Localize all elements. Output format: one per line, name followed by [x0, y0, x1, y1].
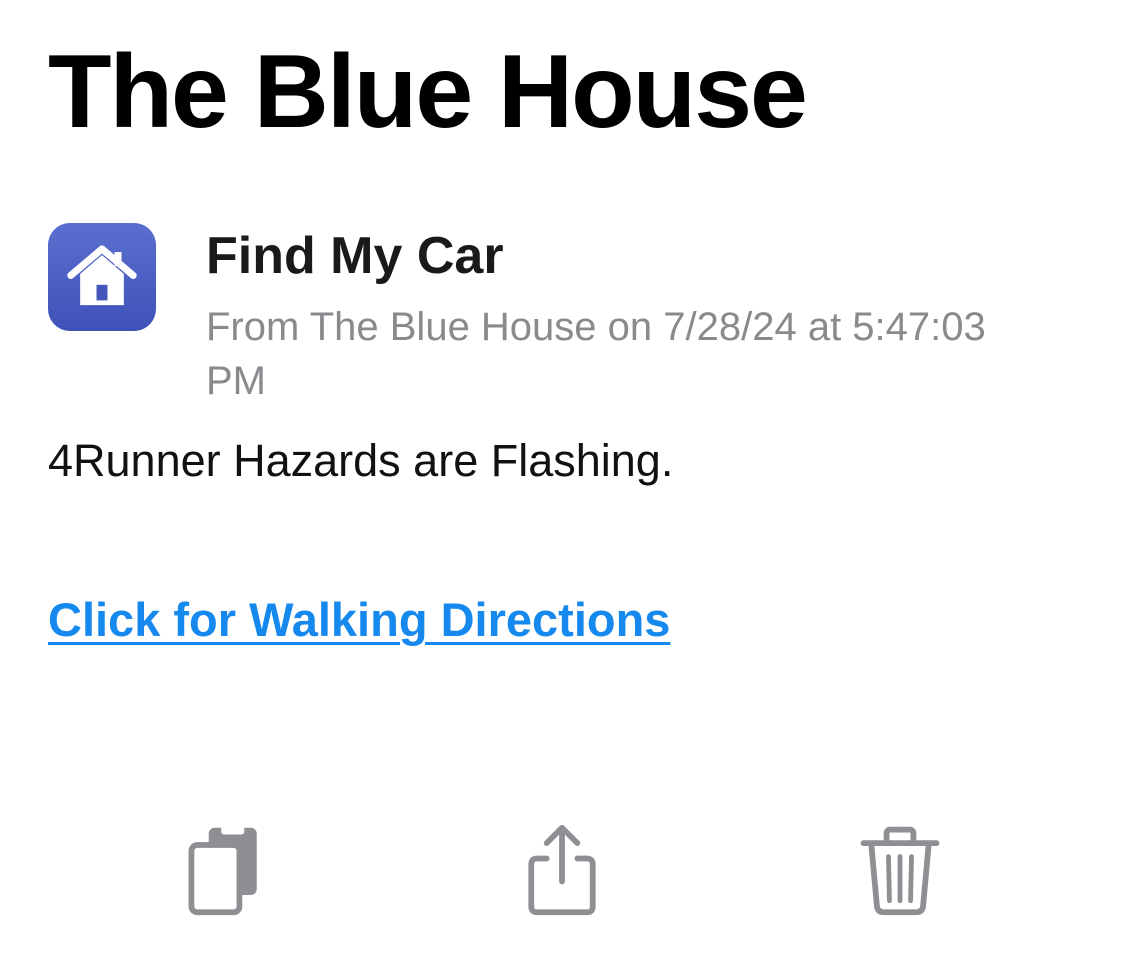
delete-button[interactable] — [850, 820, 950, 920]
walking-directions-link[interactable]: Click for Walking Directions — [48, 592, 670, 647]
notification-title: Find My Car — [206, 227, 504, 285]
app-icon — [48, 223, 156, 331]
notification-message: 4Runner Hazards are Flashing. — [48, 435, 674, 486]
trash-icon — [860, 826, 940, 916]
share-icon — [528, 824, 596, 916]
copy-icon — [188, 825, 257, 916]
share-button[interactable] — [512, 820, 612, 920]
home-icon — [67, 245, 137, 306]
page-title: The Blue House — [48, 34, 808, 150]
action-toolbar — [0, 820, 1125, 920]
notification-meta: From The Blue House on 7/28/24 at 5:47:0… — [206, 305, 986, 403]
copy-button[interactable] — [176, 820, 276, 920]
